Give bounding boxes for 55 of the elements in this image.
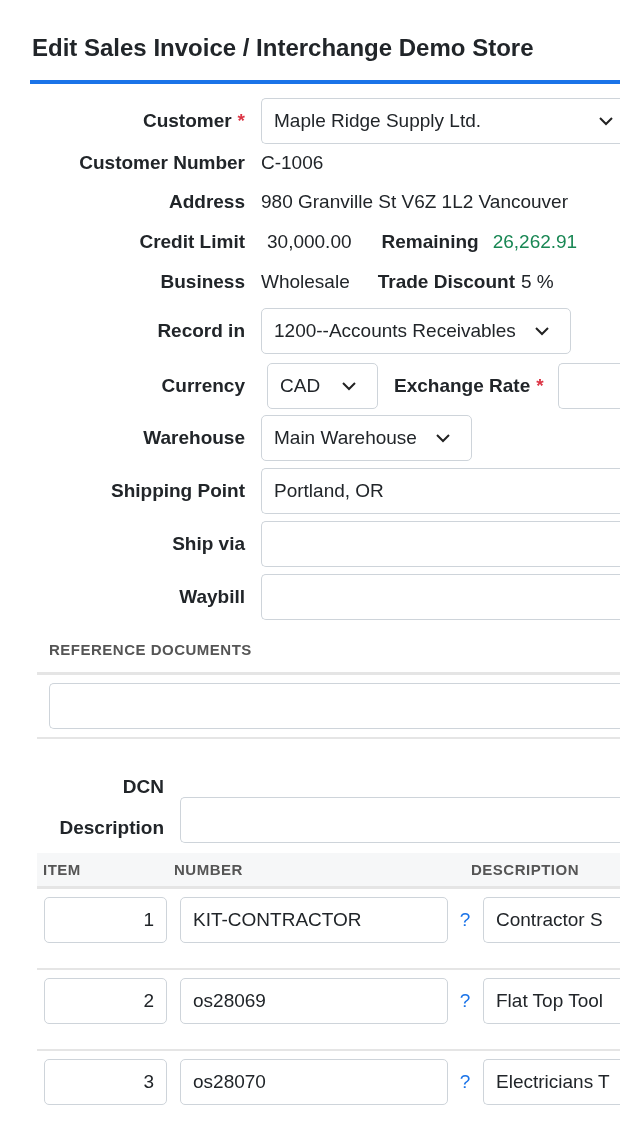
product-number-input[interactable]: os28069 xyxy=(180,978,448,1024)
column-header: NUMBER xyxy=(174,860,243,878)
field-label: Trade Discount xyxy=(377,269,515,294)
chevron-down-icon xyxy=(341,381,357,391)
description-input[interactable]: Contractor S xyxy=(483,897,620,943)
item-number-input[interactable]: 2 xyxy=(44,978,167,1024)
field-label: Exchange Rate xyxy=(394,373,531,398)
field-label: Address xyxy=(168,190,245,215)
field-label: Shipping Point xyxy=(110,478,245,503)
field-value: Wholesale xyxy=(261,269,350,294)
chevron-down-icon xyxy=(434,433,451,443)
item-number-input[interactable]: 3 xyxy=(44,1059,167,1105)
field-label: Ship via xyxy=(172,531,245,556)
field-label: Customer Number xyxy=(79,151,245,176)
field-label: Warehouse xyxy=(143,425,245,450)
product-number-input[interactable]: KIT-CONTRACTOR xyxy=(180,897,448,943)
field-label: Business xyxy=(160,269,245,294)
field-value: 26,262.91 xyxy=(492,229,578,254)
field-label: Record in xyxy=(157,318,245,343)
column-header: DESCRIPTION xyxy=(471,860,579,878)
field-label: Currency xyxy=(161,373,245,398)
item-number-input[interactable]: 1 xyxy=(44,897,167,943)
section-heading: REFERENCE DOCUMENTS xyxy=(49,641,252,658)
description-label: Description xyxy=(59,815,164,840)
field-label: Customer xyxy=(142,108,232,133)
description-input[interactable]: Electricians T xyxy=(483,1059,620,1105)
currency-select[interactable]: CAD xyxy=(267,363,378,409)
help-link[interactable]: ? xyxy=(454,897,476,943)
text-input[interactable] xyxy=(261,574,620,620)
customer-select[interactable]: Maple Ridge Supply Ltd. xyxy=(261,98,620,144)
dropdown-select[interactable]: 1200--Accounts Receivables xyxy=(261,308,571,354)
text-input[interactable]: Portland, OR xyxy=(261,468,620,514)
product-number-input[interactable]: os28070 xyxy=(180,1059,448,1105)
field-value: C-1006 xyxy=(261,151,324,176)
chevron-down-icon xyxy=(533,326,550,336)
field-value: 980 Granville St V6Z 1L2 Vancouver xyxy=(261,190,568,215)
field-label: Waybill xyxy=(179,584,245,609)
dcn-label: DCN xyxy=(122,775,164,799)
help-link[interactable]: ? xyxy=(454,978,476,1024)
required-mark: * xyxy=(536,373,544,398)
exchange-rate-input[interactable] xyxy=(557,363,620,409)
reference-documents-input[interactable] xyxy=(49,683,620,729)
column-header: ITEM xyxy=(43,860,81,878)
dropdown-select[interactable]: Main Warehouse xyxy=(261,415,472,461)
text-input[interactable] xyxy=(261,521,620,567)
required-mark: * xyxy=(237,108,245,133)
field-value: 5 % xyxy=(520,269,554,294)
page-title: Edit Sales Invoice / Interchange Demo Store xyxy=(32,33,535,63)
help-link[interactable]: ? xyxy=(454,1059,476,1105)
field-value: 30,000.00 xyxy=(267,229,352,254)
dcn-description-input[interactable] xyxy=(180,797,620,843)
field-label: Remaining xyxy=(381,229,479,254)
description-input[interactable]: Flat Top Tool xyxy=(483,978,620,1024)
chevron-down-icon xyxy=(598,116,614,126)
field-label: Credit Limit xyxy=(139,229,245,254)
